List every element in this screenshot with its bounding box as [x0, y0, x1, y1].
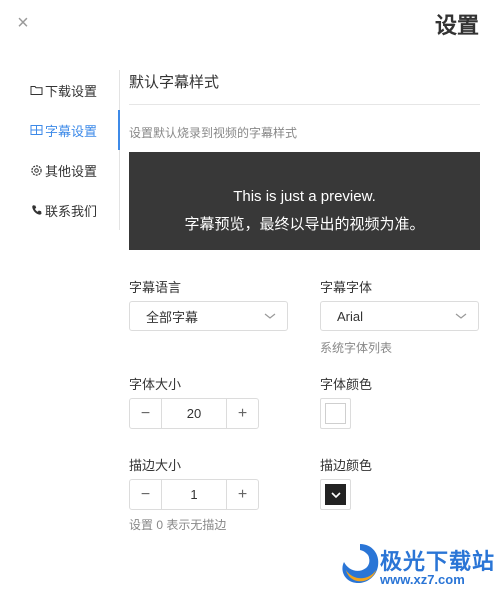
font-color-picker[interactable] [320, 398, 351, 429]
gear-icon [30, 164, 43, 177]
sidebar-item-label: 其他设置 [45, 163, 98, 179]
font-size-increase-button[interactable]: + [227, 399, 258, 428]
subtitle-preview: This is just a preview. 字幕预览，最终以导出的视频为准。 [129, 152, 480, 250]
subtitle-font-select[interactable]: Arial [320, 301, 479, 331]
stroke-size-label: 描边大小 [129, 458, 182, 473]
chevron-down-icon [330, 491, 341, 498]
stroke-color-swatch [325, 484, 346, 505]
subtitle-icon [30, 124, 43, 137]
subtitle-font-value: Arial [337, 308, 364, 324]
stroke-size-hint: 设置 0 表示无描边 [129, 518, 227, 532]
preview-line-2: 字幕预览，最终以导出的视频为准。 [184, 216, 425, 233]
stroke-size-increase-button[interactable]: + [227, 480, 258, 509]
sidebar-item-other[interactable]: 其他设置 [30, 160, 97, 180]
system-font-list-link[interactable]: 系统字体列表 [320, 339, 392, 356]
stroke-color-picker[interactable] [320, 479, 351, 510]
stroke-size-stepper: − 1 + [129, 479, 259, 510]
subtitle-language-label: 字幕语言 [129, 280, 182, 295]
sidebar-item-contact[interactable]: 联系我们 [30, 200, 97, 220]
close-icon: × [17, 12, 29, 34]
sidebar-divider [119, 70, 120, 230]
preview-line-1: This is just a preview. [233, 188, 376, 205]
sidebar-item-label: 联系我们 [45, 203, 98, 219]
chevron-down-icon [263, 309, 277, 323]
font-size-stepper: − 20 + [129, 398, 259, 429]
sidebar-item-label: 字幕设置 [45, 123, 98, 139]
sidebar-item-label: 下载设置 [45, 83, 98, 99]
folder-icon [30, 84, 43, 97]
chevron-down-icon [454, 309, 468, 323]
font-color-label: 字体颜色 [320, 377, 373, 392]
stroke-size-decrease-button[interactable]: − [130, 480, 161, 509]
watermark-url: www.xz7.com [380, 572, 465, 587]
section-title: 默认字幕样式 [129, 74, 220, 91]
font-size-input[interactable]: 20 [161, 399, 227, 428]
stroke-color-label: 描边颜色 [320, 458, 373, 473]
subtitle-language-value: 全部字幕 [146, 309, 199, 325]
stroke-size-input[interactable]: 1 [161, 480, 227, 509]
close-button[interactable]: × [14, 12, 32, 34]
active-indicator [118, 110, 120, 150]
page-title: 设置 [434, 13, 479, 38]
phone-icon [30, 204, 43, 217]
font-size-label: 字体大小 [129, 377, 182, 392]
subtitle-font-label: 字幕字体 [320, 280, 373, 295]
font-color-swatch [325, 403, 346, 424]
sidebar-item-download[interactable]: 下载设置 [30, 80, 97, 100]
section-divider [129, 104, 480, 105]
font-size-decrease-button[interactable]: − [130, 399, 161, 428]
sidebar-item-subtitle[interactable]: 字幕设置 [30, 120, 97, 140]
section-description: 设置默认烧录到视频的字幕样式 [129, 126, 298, 140]
subtitle-language-select[interactable]: 全部字幕 [129, 301, 288, 331]
